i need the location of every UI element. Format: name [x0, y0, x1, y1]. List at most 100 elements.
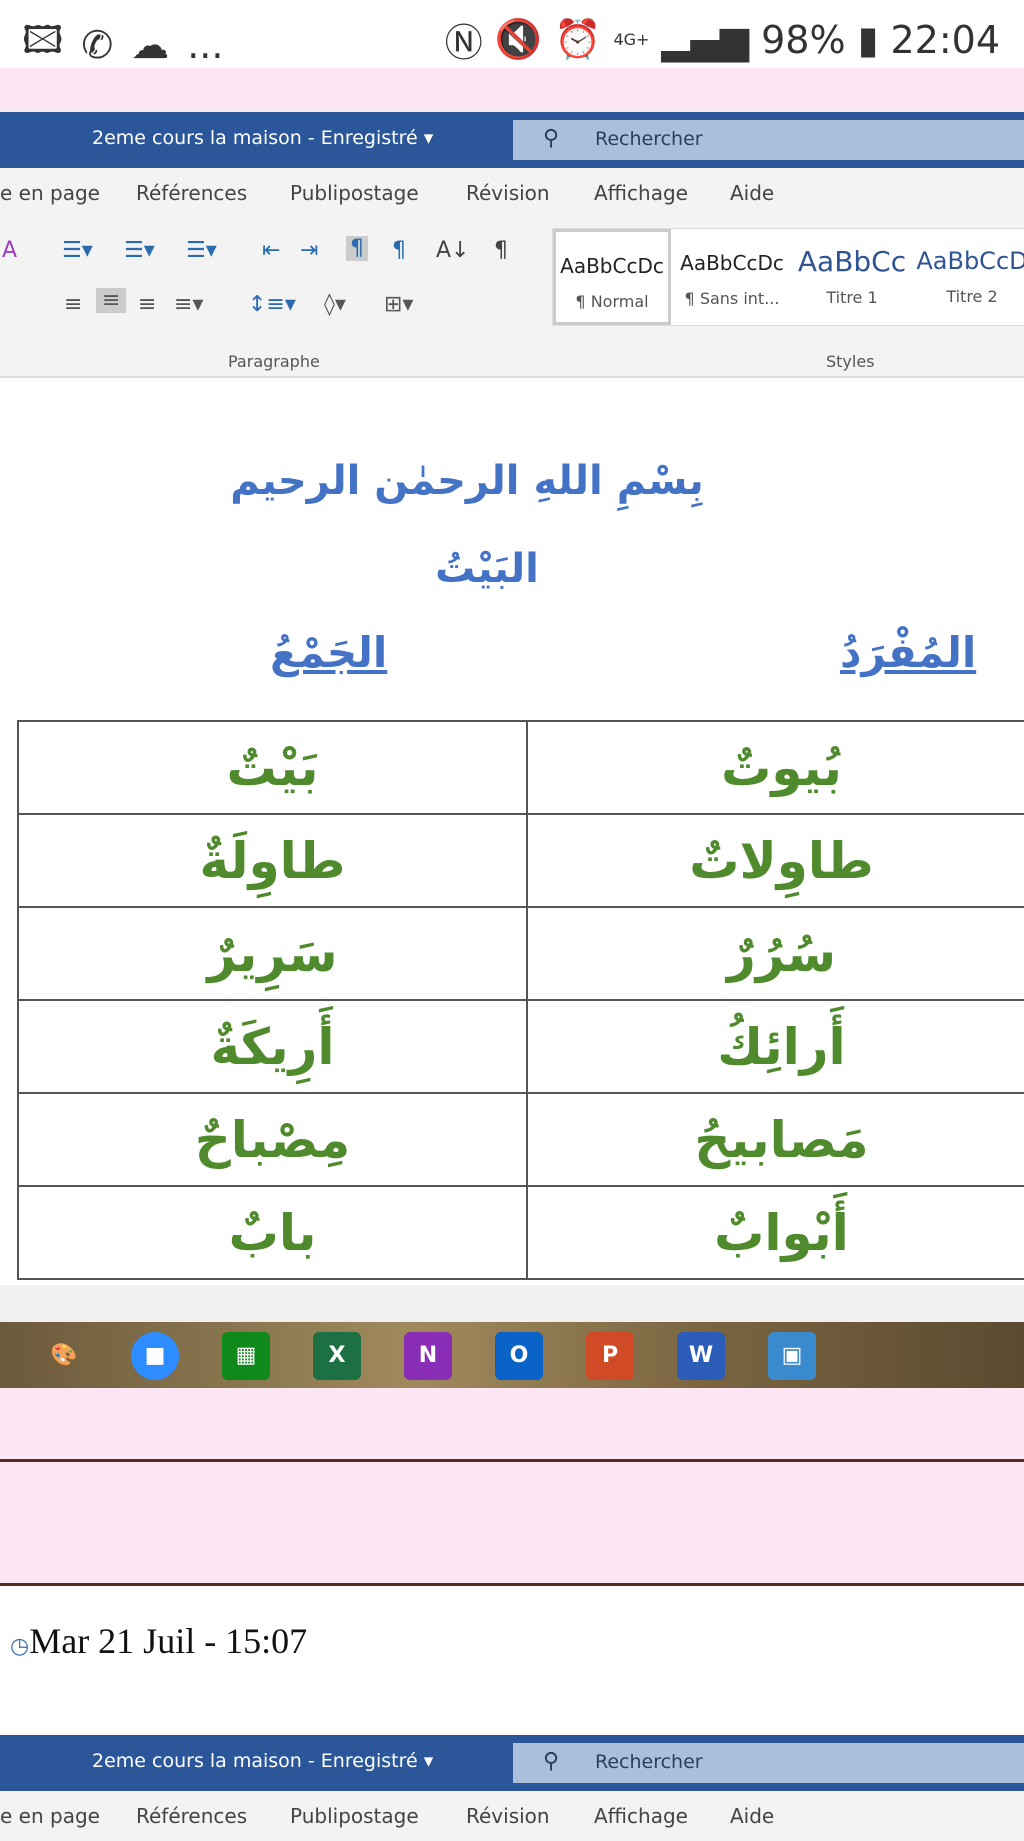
search-placeholder: Rechercher [595, 1751, 703, 1773]
zoom-icon[interactable]: ■ [131, 1332, 179, 1380]
tab-mise-en-page[interactable]: e en page [0, 1804, 100, 1828]
singular-cell: أَرِيكَةٌ [17, 999, 528, 1094]
borders-icon[interactable]: ⊞▾ [384, 292, 413, 317]
numbering-icon[interactable]: ☰▾ [124, 238, 155, 263]
post-date-text: Mar 21 Juil - 15:07 [29, 1621, 308, 1661]
pink-band [0, 1388, 1024, 1462]
tab-publipostage[interactable]: Publipostage [290, 1804, 419, 1828]
singular-cell: مِصْباحٌ [17, 1092, 528, 1187]
ribbon-tabs-2: e en page Références Publipostage Révisi… [0, 1791, 1024, 1841]
styles-gallery: AaBbCcDc ¶ Normal AaBbCcDc ¶ Sans int... A… [552, 228, 1024, 326]
clear-format-icon[interactable]: A [2, 238, 17, 263]
excel-icon[interactable]: X [313, 1332, 361, 1380]
sort-icon[interactable]: A↓ [436, 238, 469, 263]
document-title-heading: البَيْتُ [435, 546, 539, 592]
ribbon-tabs: e en page Références Publipostage Révisi… [0, 168, 1024, 218]
status-bar: 🖾 ✆ ☁ ... Ⓝ 🔇 ⏰ 4G+ ▂▄▆ 98% ▮ 22:04 [0, 0, 1024, 68]
document-title[interactable]: 2eme cours la maison - Enregistré ▾ [92, 1750, 433, 1772]
decrease-indent-icon[interactable]: ⇤ [262, 238, 280, 263]
search-icon: ⚲ [543, 1749, 560, 1774]
table-row: بَيْتٌ بُيوتٌ [17, 720, 1024, 815]
search-box[interactable]: ⚲ Rechercher [513, 1743, 1024, 1783]
style-titre-1[interactable]: AaBbCc Titre 1 [793, 229, 911, 325]
multilevel-list-icon[interactable]: ☰▾ [186, 238, 217, 263]
table-row: مِصْباحٌ مَصابيحُ [17, 1092, 1024, 1187]
pilcrow-icon[interactable]: ¶ [494, 238, 508, 263]
styles-group-label: Styles [826, 352, 875, 371]
tab-mise-en-page[interactable]: e en page [0, 181, 100, 205]
document-page: بِسْمِ اللهِ الرحمٰن الرحيم البَيْتُ الم… [0, 378, 1024, 1285]
tab-revision[interactable]: Révision [466, 181, 550, 205]
tab-references[interactable]: Références [136, 1804, 247, 1828]
tab-revision[interactable]: Révision [466, 1804, 550, 1828]
shading-icon[interactable]: ◊▾ [324, 292, 346, 317]
plural-cell: بُيوتٌ [526, 720, 1024, 815]
word-icon[interactable]: W [677, 1332, 725, 1380]
align-right-icon[interactable]: ≡ [138, 292, 156, 317]
plural-cell: أَرائِكُ [526, 999, 1024, 1094]
ribbon: A ☰▾ ☰▾ ☰▾ ⇤ ⇥ ¶ ¶ A↓ ¶ ≡ ≡ ≡ ≡▾ ↕≡▾ ◊▾ … [0, 218, 1024, 378]
singular-cell: سَرِيرٌ [17, 906, 528, 1001]
pink-band [0, 68, 1024, 112]
plural-cell: مَصابيحُ [526, 1092, 1024, 1187]
gap [0, 1285, 1024, 1322]
style-sans-interligne[interactable]: AaBbCcDc ¶ Sans int... [673, 229, 791, 325]
cloud-icon: ☁ [131, 22, 170, 67]
mute-icon: 🔇 [494, 17, 543, 61]
singular-cell: بَيْتٌ [17, 720, 528, 815]
bullets-icon[interactable]: ☰▾ [62, 238, 93, 263]
alarm-icon: ⏰ [554, 17, 602, 61]
rtl-icon[interactable]: ¶ [392, 238, 406, 263]
tab-publipostage[interactable]: Publipostage [290, 181, 419, 205]
plural-cell: سُرُرٌ [526, 906, 1024, 1001]
word-title-bar-2: 2eme cours la maison - Enregistré ▾ ⚲ Rec… [0, 1735, 1024, 1791]
table-row: طاوِلَةٌ طاوِلاتٌ [17, 813, 1024, 908]
outlook-icon[interactable]: O [495, 1332, 543, 1380]
style-normal[interactable]: AaBbCcDc ¶ Normal [553, 229, 671, 325]
tab-aide[interactable]: Aide [730, 181, 774, 205]
align-center-icon[interactable]: ≡ [96, 288, 127, 313]
paragraph-group-label: Paragraphe [228, 352, 320, 371]
basmala: بِسْمِ اللهِ الرحمٰن الرحيم [230, 458, 704, 504]
signal-icon: ▂▄▆ [661, 17, 750, 62]
singular-cell: بابٌ [17, 1185, 528, 1280]
pink-band [0, 1462, 1024, 1586]
column-header-singular: المُفْرَدُ [840, 628, 977, 677]
battery-percent: 98% [761, 17, 846, 62]
post-date: ◷Mar 21 Juil - 15:07 [10, 1620, 307, 1662]
ltr-icon[interactable]: ¶ [346, 236, 368, 261]
table-row: سَرِيرٌ سُرُرٌ [17, 906, 1024, 1001]
document-title[interactable]: 2eme cours la maison - Enregistré ▾ [92, 127, 433, 149]
plural-cell: طاوِلاتٌ [526, 813, 1024, 908]
more-notifications: ... [187, 22, 224, 67]
tab-affichage[interactable]: Affichage [594, 1804, 688, 1828]
plural-cell: أَبْوابٌ [526, 1185, 1024, 1280]
taskbar: 🎨 ■ ▦ X N O P W ▣ [0, 1322, 1024, 1388]
style-titre-2[interactable]: AaBbCcD Titre 2 [913, 229, 1024, 325]
paint-icon[interactable]: 🎨 [40, 1332, 88, 1380]
tab-affichage[interactable]: Affichage [594, 181, 688, 205]
powerpoint-icon[interactable]: P [586, 1332, 634, 1380]
photos-icon[interactable]: ▣ [768, 1332, 816, 1380]
tab-aide[interactable]: Aide [730, 1804, 774, 1828]
whatsapp-icon: ✆ [81, 22, 114, 67]
table-row: أَرِيكَةٌ أَرائِكُ [17, 999, 1024, 1094]
search-placeholder: Rechercher [595, 128, 703, 150]
clock: 22:04 [890, 17, 1000, 62]
vocabulary-table: بَيْتٌ بُيوتٌ طاوِلَةٌ طاوِلاتٌ سَرِيرٌ سُرُر… [17, 720, 1024, 1280]
onenote-icon[interactable]: N [404, 1332, 452, 1380]
tab-references[interactable]: Références [136, 181, 247, 205]
search-icon: ⚲ [543, 126, 560, 151]
battery-icon: ▮ [857, 17, 879, 62]
search-box[interactable]: ⚲ Rechercher [513, 120, 1024, 160]
word-title-bar: 2eme cours la maison - Enregistré ▾ ⚲ Rec… [0, 112, 1024, 168]
increase-indent-icon[interactable]: ⇥ [300, 238, 318, 263]
line-spacing-icon[interactable]: ↕≡▾ [248, 292, 296, 317]
align-left-icon[interactable]: ≡ [64, 292, 82, 317]
calculator-icon[interactable]: ▦ [222, 1332, 270, 1380]
singular-cell: طاوِلَةٌ [17, 813, 528, 908]
table-row: بابٌ أَبْوابٌ [17, 1185, 1024, 1280]
nfc-icon: Ⓝ [444, 21, 483, 65]
justify-icon[interactable]: ≡▾ [174, 292, 203, 317]
clock-icon: ◷ [10, 1633, 30, 1658]
